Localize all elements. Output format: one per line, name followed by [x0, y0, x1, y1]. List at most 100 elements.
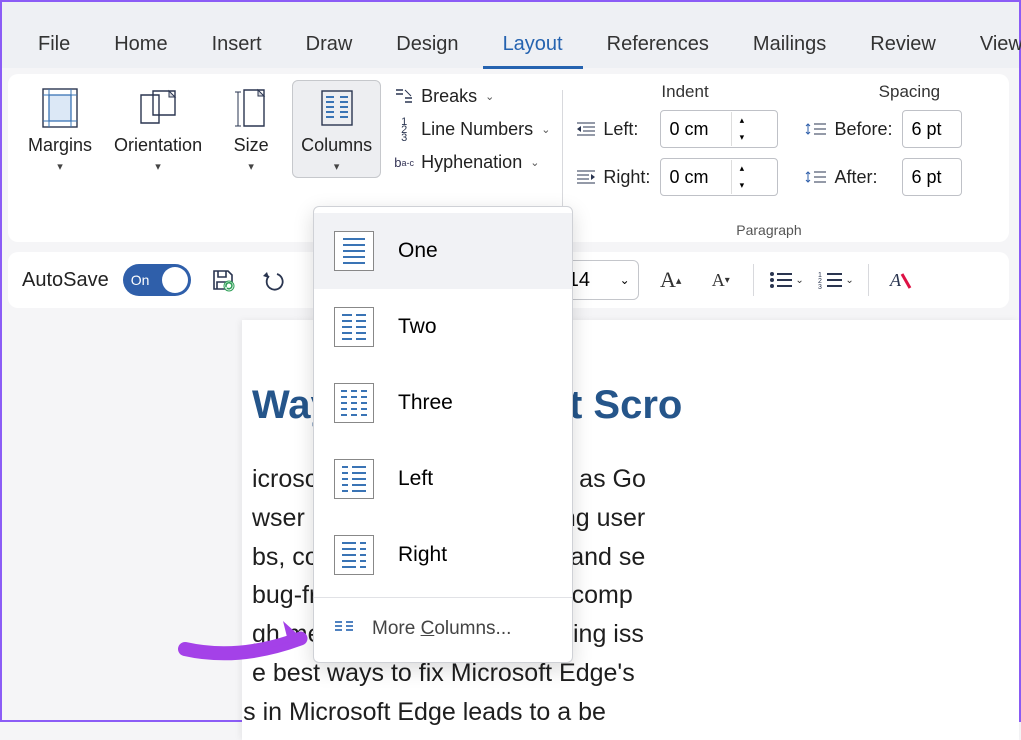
- two-column-icon: [334, 307, 374, 347]
- indent-right-spinner[interactable]: ▴▾: [660, 158, 778, 196]
- columns-option-label: Left: [398, 467, 433, 491]
- spacing-after-label: After:: [804, 167, 892, 188]
- right-column-icon: [334, 535, 374, 575]
- orientation-icon: [134, 85, 182, 131]
- indent-right-value[interactable]: [661, 167, 731, 188]
- indent-left-icon: [575, 121, 597, 137]
- chevron-down-icon: ▾: [334, 160, 340, 173]
- size-button[interactable]: Size ▾: [216, 80, 286, 178]
- orientation-label: Orientation: [114, 135, 202, 156]
- spin-up[interactable]: ▴: [732, 160, 751, 177]
- breaks-label: Breaks: [421, 86, 477, 107]
- spacing-before-spinner[interactable]: [902, 110, 962, 148]
- spin-down[interactable]: ▾: [732, 177, 751, 194]
- columns-dropdown-menu: One Two Three Left: [313, 206, 573, 663]
- chevron-down-icon: ⌄: [485, 90, 494, 103]
- indent-right-icon: [575, 169, 597, 185]
- separator: [562, 90, 563, 220]
- grow-font-button[interactable]: A▴: [653, 262, 689, 298]
- spacing-before-value[interactable]: [903, 119, 943, 140]
- tab-insert[interactable]: Insert: [192, 23, 282, 69]
- size-icon: [227, 85, 275, 131]
- line-numbers-button[interactable]: 123 Line Numbers ⌄: [393, 119, 550, 140]
- columns-button[interactable]: Columns ▾: [292, 80, 381, 178]
- chevron-down-icon: ▾: [155, 160, 161, 173]
- chevron-down-icon: ▾: [248, 160, 254, 173]
- columns-option-one[interactable]: One: [314, 213, 572, 289]
- tab-view[interactable]: View: [960, 23, 1021, 69]
- tab-home[interactable]: Home: [94, 23, 187, 69]
- columns-option-label: One: [398, 239, 438, 263]
- bullets-button[interactable]: ⌄: [768, 262, 804, 298]
- chevron-down-icon: ⌄: [530, 156, 539, 169]
- columns-option-three[interactable]: Three: [314, 365, 572, 441]
- svg-text:3: 3: [818, 284, 822, 290]
- svg-text:A: A: [889, 270, 902, 290]
- columns-option-label: Two: [398, 315, 437, 339]
- chevron-down-icon: ⌄: [541, 123, 550, 136]
- indent-left-value[interactable]: [661, 119, 731, 140]
- tab-references[interactable]: References: [587, 23, 729, 69]
- toggle-knob: [162, 267, 188, 293]
- chevron-down-icon: ▾: [57, 160, 63, 173]
- tab-mailings[interactable]: Mailings: [733, 23, 846, 69]
- shrink-font-button[interactable]: A▾: [703, 262, 739, 298]
- hyphenation-icon: ba-c: [393, 154, 415, 172]
- hyphenation-button[interactable]: ba-c Hyphenation ⌄: [393, 152, 550, 173]
- columns-icon: [313, 85, 361, 131]
- autosave-label: AutoSave: [22, 269, 109, 292]
- tab-layout[interactable]: Layout: [483, 23, 583, 69]
- spacing-header: Spacing: [879, 82, 940, 102]
- columns-option-label: Right: [398, 543, 447, 567]
- tab-design[interactable]: Design: [376, 23, 478, 69]
- group-paragraph: Indent Spacing Left: ▴▾ Before: Righ: [567, 80, 970, 242]
- left-column-icon: [334, 459, 374, 499]
- clear-formatting-button[interactable]: A: [883, 262, 919, 298]
- spacing-after-icon: [804, 168, 828, 186]
- chevron-down-icon: ⌄: [795, 275, 803, 286]
- indent-left-label: Left:: [575, 119, 650, 140]
- tab-review[interactable]: Review: [850, 23, 956, 69]
- group-caption-paragraph: Paragraph: [736, 222, 801, 238]
- chevron-down-icon: ⌄: [845, 275, 853, 286]
- tab-draw[interactable]: Draw: [286, 23, 373, 69]
- spacing-before-icon: [804, 120, 828, 138]
- hyphenation-label: Hyphenation: [421, 152, 522, 173]
- titlebar: [2, 2, 1019, 16]
- breaks-button[interactable]: Breaks ⌄: [393, 86, 550, 107]
- spin-up[interactable]: ▴: [732, 112, 751, 129]
- margins-button[interactable]: Margins ▾: [20, 80, 100, 178]
- columns-option-right[interactable]: Right: [314, 517, 572, 593]
- more-columns-icon: [334, 620, 354, 639]
- spacing-after-spinner[interactable]: [902, 158, 962, 196]
- indent-right-label: Right:: [575, 167, 650, 188]
- columns-option-left[interactable]: Left: [314, 441, 572, 517]
- indent-left-spinner[interactable]: ▴▾: [660, 110, 778, 148]
- more-columns-item[interactable]: More Columns...: [314, 602, 572, 656]
- document-line: Scrolling issues in Microsoft Edge leads…: [242, 693, 1009, 732]
- autosave-toggle[interactable]: On: [123, 264, 191, 296]
- orientation-button[interactable]: Orientation ▾: [106, 80, 210, 178]
- spin-down[interactable]: ▾: [732, 129, 751, 146]
- three-column-icon: [334, 383, 374, 423]
- undo-button[interactable]: [255, 262, 291, 298]
- indent-header: Indent: [661, 82, 708, 102]
- one-column-icon: [334, 231, 374, 271]
- spacing-after-value[interactable]: [903, 167, 943, 188]
- columns-option-label: Three: [398, 391, 453, 415]
- line-numbers-label: Line Numbers: [421, 119, 533, 140]
- ribbon-tabs: File Home Insert Draw Design Layout Refe…: [2, 16, 1019, 68]
- size-label: Size: [234, 135, 269, 156]
- page-gutter: [2, 320, 242, 740]
- tab-file[interactable]: File: [18, 23, 90, 69]
- line-numbers-icon: 123: [393, 121, 415, 139]
- columns-label: Columns: [301, 135, 372, 156]
- more-columns-label: More Columns...: [372, 618, 511, 640]
- spacing-before-label: Before:: [804, 119, 892, 140]
- numbering-button[interactable]: 123 ⌄: [818, 262, 854, 298]
- breaks-icon: [393, 88, 415, 106]
- save-button[interactable]: [205, 262, 241, 298]
- menu-separator: [314, 597, 572, 598]
- columns-option-two[interactable]: Two: [314, 289, 572, 365]
- margins-label: Margins: [28, 135, 92, 156]
